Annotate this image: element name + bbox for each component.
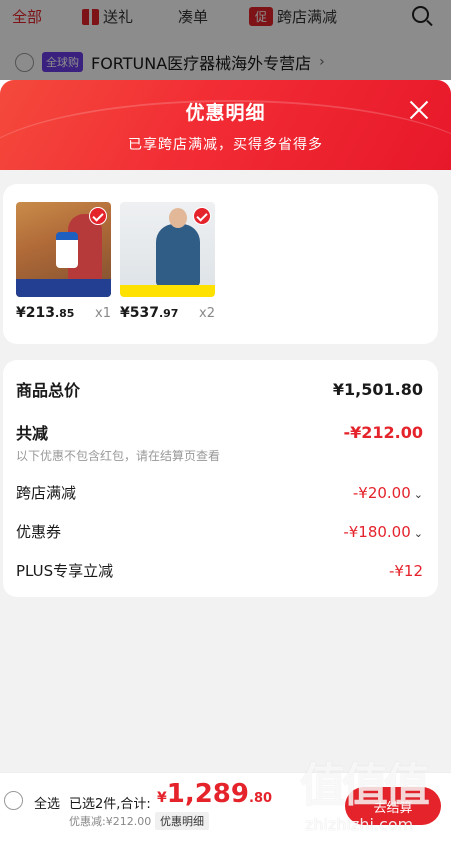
total-value: ¥1,501.80 (332, 379, 423, 399)
close-icon[interactable] (409, 100, 429, 120)
chevron-down-icon[interactable]: ⌄ (414, 488, 423, 501)
products-card: ¥213.85 x1 ¥537.97 x2 (3, 184, 438, 344)
discount-label: 共减 (16, 424, 49, 443)
product-qty: x1 (95, 306, 111, 321)
total-decimal: .80 (249, 791, 273, 806)
total-main: 1,289 (166, 779, 249, 809)
watermark-url: zhizhizhi.com (305, 815, 414, 834)
coupon-value: -¥180.00 ⌄ (343, 523, 423, 541)
product-image[interactable] (16, 202, 111, 297)
discount-detail-button[interactable]: 优惠明细 (155, 812, 209, 830)
plus-row: PLUS专享立减 -¥12 (16, 560, 423, 581)
cross-store-amount: -¥20.00 (352, 483, 411, 502)
cross-store-row[interactable]: 跨店满减 -¥20.00 ⌄ (16, 482, 423, 503)
coupon-row[interactable]: 优惠券 -¥180.00 ⌄ (16, 521, 423, 542)
product-image-band (16, 279, 111, 297)
sheet-header: 优惠明细 已享跨店满减，买得多省得多 (0, 80, 451, 170)
plus-label: PLUS专享立减 (16, 562, 114, 580)
select-all-radio[interactable] (4, 791, 23, 810)
price-main: ¥213 (16, 305, 55, 321)
plus-value: -¥12 (388, 561, 423, 580)
sheet-title: 优惠明细 (185, 102, 266, 124)
product-qty: x2 (199, 306, 215, 321)
total-label: 商品总价 (16, 381, 81, 400)
check-icon (193, 207, 211, 225)
total-amount: ¥1,289.80 (157, 779, 272, 809)
price-row: ¥213.85 x1 (16, 305, 111, 321)
coupon-amount: -¥180.00 (343, 522, 411, 541)
price-detail-card: 商品总价 ¥1,501.80 共减 -¥212.00 以下优惠不包含红包，请在结… (3, 360, 438, 597)
selected-count: 已选2件,合计: (69, 797, 151, 812)
price-decimal: .85 (54, 307, 75, 320)
product-price: ¥213.85 (16, 305, 74, 321)
saved-amount: 优惠减:¥212.00 (69, 815, 152, 828)
discount-detail-sheet: 优惠明细 已享跨店满减，买得多省得多 ¥213.85 x1 ¥537.97 x2… (0, 80, 451, 841)
total-row: 商品总价 ¥1,501.80 (16, 377, 423, 401)
cross-store-label: 跨店满减 (16, 484, 77, 502)
discount-value: -¥212.00 (343, 422, 423, 442)
overlay-dim[interactable] (0, 0, 451, 80)
discount-note: 以下优惠不包含红包，请在结算页查看 (16, 449, 221, 463)
coupon-label: 优惠券 (16, 523, 62, 541)
watermark-logo: 值值值 (300, 758, 430, 812)
product-image[interactable] (120, 202, 215, 297)
product-item[interactable]: ¥537.97 x2 (120, 202, 215, 321)
discount-row: 共减 -¥212.00 (16, 420, 423, 444)
total-currency: ¥ (157, 790, 167, 806)
product-image-head (169, 208, 187, 228)
product-image-band (120, 285, 215, 297)
price-main: ¥537 (120, 305, 159, 321)
product-item[interactable]: ¥213.85 x1 (16, 202, 111, 321)
price-decimal: .97 (158, 307, 179, 320)
check-icon (89, 207, 107, 225)
price-row: ¥537.97 x2 (120, 305, 215, 321)
select-all-label[interactable]: 全选 (34, 793, 60, 812)
sheet-subtitle: 已享跨店满减，买得多省得多 (128, 137, 323, 153)
chevron-down-icon[interactable]: ⌄ (414, 527, 423, 540)
product-image-bottle (56, 232, 78, 268)
product-image-jacket (156, 224, 200, 286)
cross-store-value: -¥20.00 ⌄ (353, 484, 423, 502)
product-price: ¥537.97 (120, 305, 178, 321)
